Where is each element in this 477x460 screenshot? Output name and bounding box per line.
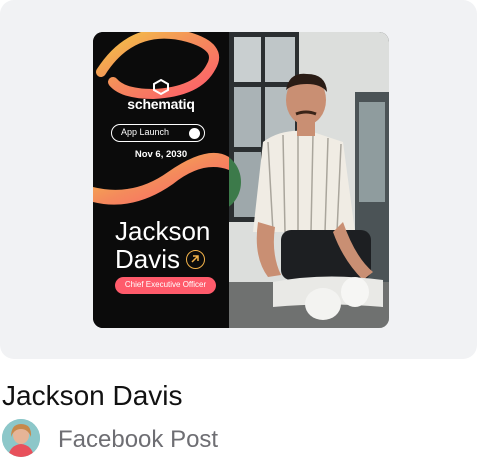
brand-name: schematiq — [127, 96, 195, 112]
avatar[interactable] — [2, 419, 40, 457]
template-title[interactable]: Jackson Davis — [2, 380, 183, 412]
event-date: Nov 6, 2030 — [134, 149, 188, 160]
role-pill: Chief Executive Officer — [115, 277, 216, 294]
template-type-label: Facebook Post — [58, 426, 219, 453]
role-label: Chief Executive Officer — [124, 280, 207, 289]
toggle-knob-icon — [189, 127, 200, 139]
app-launch-pill: App Launch — [111, 124, 205, 142]
app-launch-label: App Launch — [121, 127, 170, 137]
arrow-up-right-icon — [186, 250, 205, 269]
design-text-panel: schematiq App Launch Nov 6, 2030 Jackson… — [93, 32, 229, 328]
person-last-name: Davis — [115, 244, 181, 274]
logo-icon — [153, 78, 169, 96]
template-thumbnail[interactable]: schematiq App Launch Nov 6, 2030 Jackson… — [93, 32, 389, 328]
person-first-name: Jackson — [115, 216, 211, 246]
